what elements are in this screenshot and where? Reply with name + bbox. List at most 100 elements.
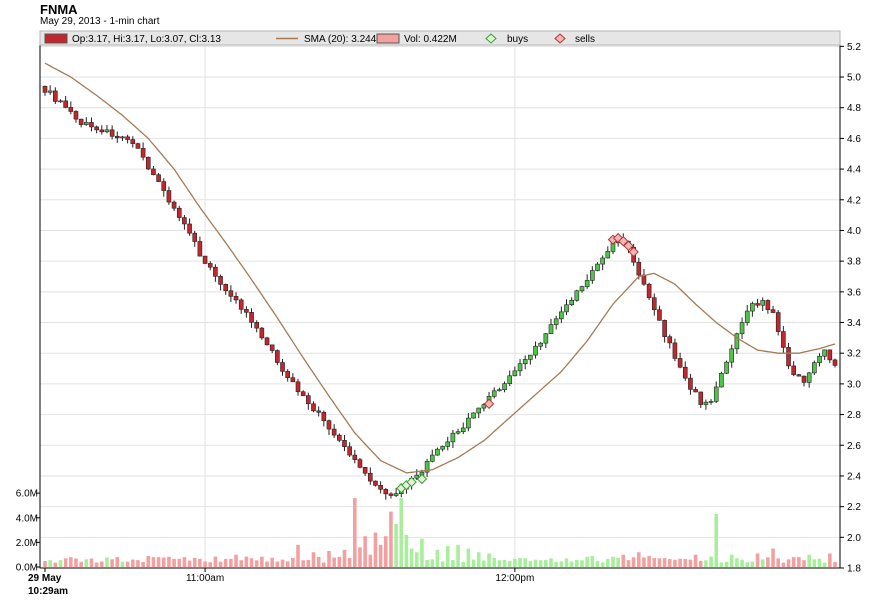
candle-body <box>667 336 673 344</box>
candle-body <box>450 432 456 443</box>
candle-body <box>719 372 724 388</box>
volume-bar <box>698 560 703 567</box>
volume-bar <box>466 548 471 567</box>
volume-bar <box>368 554 373 567</box>
volume-bar <box>414 552 419 567</box>
candle-body <box>429 454 435 462</box>
price-tick-label: 2.6 <box>847 441 861 452</box>
candle-body <box>244 309 249 313</box>
volume-bar <box>569 561 574 567</box>
volume-bar <box>327 551 331 567</box>
candle-body <box>770 309 776 313</box>
candle-body <box>512 370 518 377</box>
candle-body <box>522 359 528 365</box>
volume-bar <box>311 552 316 567</box>
volume-bar <box>611 556 615 567</box>
volume-bar <box>729 554 734 567</box>
candle-body <box>176 207 182 218</box>
volume-bar <box>136 560 140 567</box>
volume-bar <box>125 561 130 567</box>
volume-bar <box>63 558 68 567</box>
candle-body <box>156 174 161 182</box>
price-tick-label: 2.4 <box>847 471 861 482</box>
candle-body <box>832 359 838 366</box>
candle-body <box>249 312 254 323</box>
candle-body <box>827 349 833 361</box>
volume-bar <box>492 557 497 567</box>
candle-body <box>564 304 569 313</box>
volume-bar <box>306 559 311 567</box>
candle-body <box>755 303 760 306</box>
volume-bar <box>621 554 626 567</box>
volume-bar <box>533 559 538 567</box>
volume-bar <box>626 560 631 567</box>
candle-body <box>140 148 146 158</box>
volume-bar <box>99 561 104 567</box>
legend-vol-label: Vol: 0.422M <box>404 34 457 45</box>
volume-bar <box>487 553 491 567</box>
volume-bar <box>812 559 817 567</box>
legend-ohlc-swatch <box>44 33 68 44</box>
price-tick-label: 2.8 <box>847 410 861 421</box>
volume-bar <box>425 560 429 567</box>
candle-body <box>584 280 590 287</box>
volume-bars <box>43 498 837 567</box>
candle-body <box>166 190 172 203</box>
candle-body <box>300 391 306 396</box>
volume-bar <box>688 559 693 567</box>
candle-body <box>207 263 213 268</box>
volume-bar <box>353 498 357 567</box>
volume-bar <box>177 558 182 567</box>
volume-bar <box>198 558 202 567</box>
volume-bar <box>600 562 605 567</box>
volume-tick-label: 4.0M <box>16 513 38 524</box>
candle-body <box>677 358 683 368</box>
candle-body <box>280 362 285 372</box>
volume-bar <box>513 558 517 567</box>
candle-body <box>47 90 53 93</box>
candle-body <box>120 136 125 139</box>
candle-body <box>347 446 352 456</box>
candle-body <box>817 355 822 363</box>
volume-bar <box>182 557 187 567</box>
price-tick-label: 2.2 <box>847 502 861 513</box>
volume-bar <box>791 557 796 567</box>
volume-bar <box>280 559 285 567</box>
volume-bar <box>58 560 63 567</box>
candle-body <box>698 391 704 405</box>
volume-bar <box>213 556 218 567</box>
volume-bar <box>482 560 486 567</box>
volume-bar <box>750 561 755 567</box>
volume-tick-label: 2.0M <box>16 538 38 549</box>
candle-body <box>275 350 280 363</box>
volume-bar <box>84 559 89 567</box>
volume-bar <box>451 560 455 567</box>
price-tick-label: 4.0 <box>847 226 861 237</box>
candle-body <box>228 290 234 297</box>
volume-bar <box>833 562 837 567</box>
candle-body <box>94 126 99 131</box>
volume-bar <box>559 561 564 567</box>
candle-body <box>202 255 208 264</box>
price-tick-label: 4.6 <box>847 134 861 145</box>
candle-body <box>192 232 198 242</box>
volume-bar <box>580 560 584 567</box>
volume-bar <box>636 552 641 567</box>
candle-body <box>213 266 218 277</box>
sma-line <box>44 62 836 474</box>
volume-bar <box>518 557 522 567</box>
candle-body <box>445 441 451 447</box>
candle-body <box>171 201 177 209</box>
volume-bar <box>771 548 775 567</box>
candle-body <box>636 261 642 276</box>
candle-body <box>744 310 750 323</box>
candle-body <box>569 300 574 306</box>
candle-body <box>760 300 766 306</box>
volume-tick-label: 6.0M <box>16 489 38 500</box>
volume-bar <box>461 562 466 567</box>
candle-body <box>517 363 523 372</box>
legend-ohlc-label: Op:3.17, Hi:3.17, Lo:3.07, Cl:3.13 <box>72 34 221 45</box>
candle-body <box>259 327 265 339</box>
trade-markers <box>396 232 639 494</box>
price-tick-label: 3.4 <box>847 318 861 329</box>
